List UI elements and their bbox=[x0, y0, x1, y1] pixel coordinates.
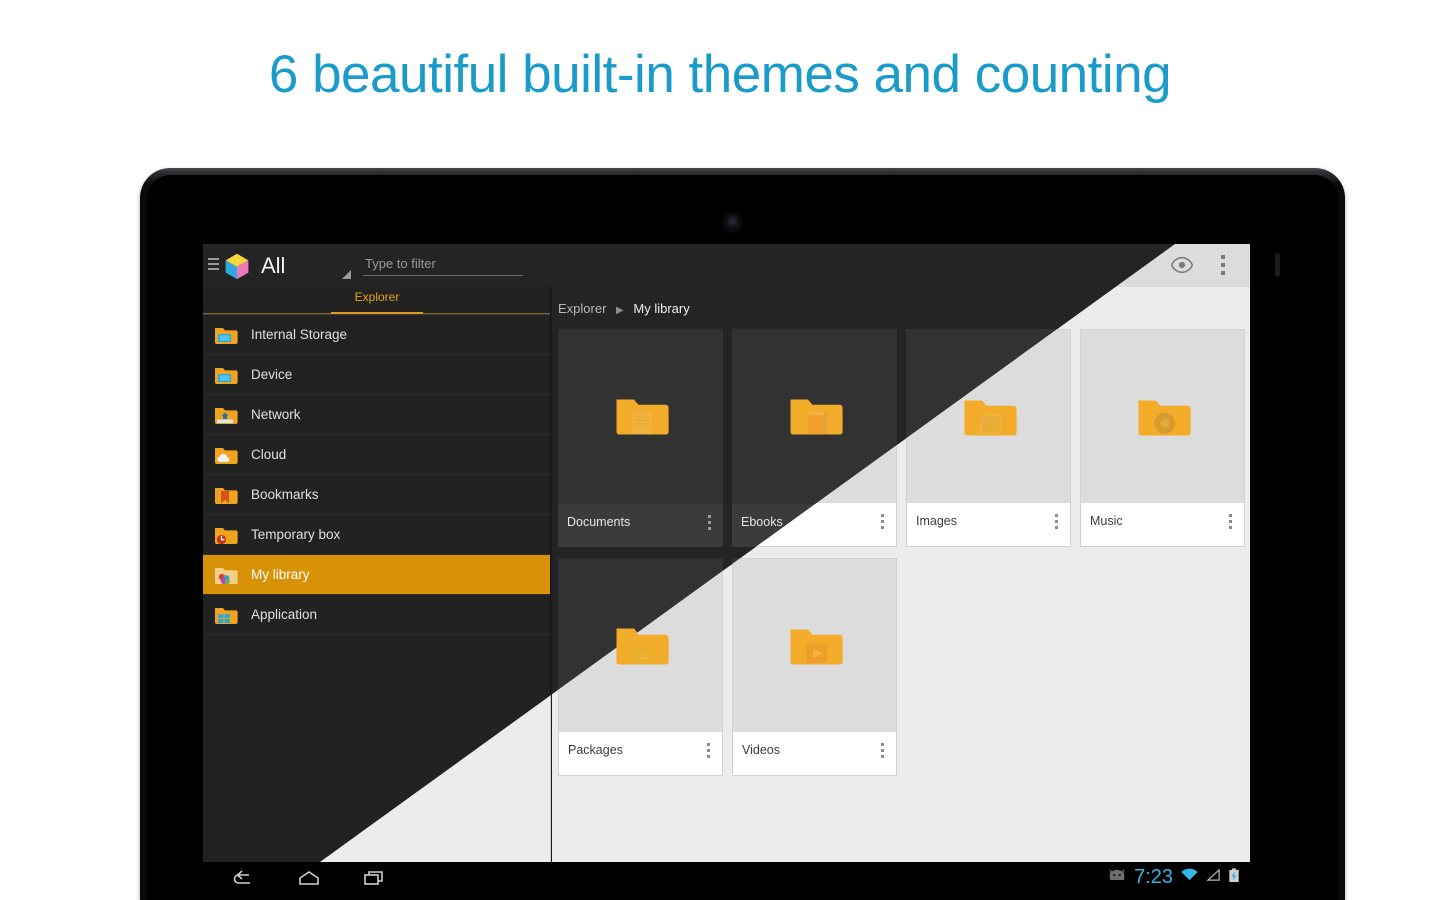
card-overflow-menu-icon[interactable] bbox=[707, 743, 710, 761]
card-overflow-menu-icon[interactable] bbox=[1229, 514, 1232, 532]
chevron-right-icon: ▶ bbox=[616, 305, 624, 316]
wifi-signal-icon bbox=[1180, 868, 1199, 887]
folder-card-label: Documents bbox=[567, 515, 630, 529]
breadcrumb-current: My library bbox=[633, 301, 689, 316]
sidebar-item-temporary-box[interactable]: Temporary box bbox=[203, 515, 550, 555]
folder-device-icon bbox=[213, 363, 239, 387]
folder-documents-icon bbox=[558, 329, 723, 504]
battery-charging-icon bbox=[1228, 868, 1240, 888]
sidebar-item-label: Temporary box bbox=[251, 527, 340, 542]
folder-my-library-icon bbox=[213, 563, 239, 587]
sidebar-item-application[interactable]: Application bbox=[203, 595, 550, 635]
folder-internal-storage-icon bbox=[213, 323, 239, 347]
sidebar-item-label: Cloud bbox=[251, 447, 286, 462]
card-overflow-menu-icon[interactable] bbox=[708, 515, 711, 533]
search-input[interactable] bbox=[363, 254, 523, 276]
sidebar-item-label: Application bbox=[251, 607, 317, 622]
status-bar-clock: 7:23 bbox=[1134, 866, 1173, 889]
folder-card-bar: Packages bbox=[559, 732, 722, 775]
android-notification-icon bbox=[1107, 869, 1127, 887]
sidebar-item-label: Network bbox=[251, 407, 301, 422]
home-navigation-icon[interactable] bbox=[296, 868, 322, 888]
sidebar-item-internal-storage[interactable]: Internal Storage bbox=[203, 315, 550, 355]
sidebar-nav-list: Internal Storage Device bbox=[203, 315, 550, 635]
sidebar-item-device[interactable]: Device bbox=[203, 355, 550, 395]
sidebar-item-bookmarks[interactable]: Bookmarks bbox=[203, 475, 550, 515]
folder-card-label: Packages bbox=[568, 743, 623, 757]
folder-temporary-box-icon bbox=[213, 523, 239, 547]
dropdown-spinner-triangle-icon[interactable] bbox=[342, 270, 351, 279]
folder-card-bar: Videos bbox=[733, 732, 896, 775]
cellular-signal-icon bbox=[1206, 868, 1221, 887]
folder-network-icon bbox=[213, 403, 239, 427]
folder-card-bar: Documents bbox=[558, 504, 723, 547]
folder-cloud-icon bbox=[213, 443, 239, 467]
folder-card-videos[interactable]: Videos bbox=[732, 558, 897, 776]
sidebar-tabrow: Explorer bbox=[203, 287, 550, 315]
tablet-device-frame: All Explorer bbox=[140, 168, 1345, 900]
folder-card-documents[interactable]: Documents bbox=[558, 329, 723, 547]
card-overflow-menu-icon[interactable] bbox=[881, 514, 884, 532]
front-camera-icon bbox=[725, 215, 740, 230]
back-navigation-icon[interactable] bbox=[229, 868, 255, 888]
breadcrumb-root[interactable]: Explorer bbox=[558, 301, 606, 316]
sidebar-item-label: Bookmarks bbox=[251, 487, 319, 502]
folder-card-label: Ebooks bbox=[741, 515, 783, 529]
breadcrumb: Explorer ▶ My library bbox=[558, 301, 690, 316]
folder-card-bar: Images bbox=[907, 503, 1070, 546]
sensor-mark bbox=[1275, 253, 1280, 277]
filter-input-wrapper bbox=[363, 254, 523, 276]
tab-explorer[interactable]: Explorer bbox=[331, 287, 423, 314]
action-bar-dark: All bbox=[203, 244, 1250, 287]
sidebar-item-my-library[interactable]: My library bbox=[203, 555, 550, 595]
folder-card-bar: Music bbox=[1081, 503, 1244, 546]
card-overflow-menu-icon[interactable] bbox=[881, 743, 884, 761]
cube-logo-icon bbox=[223, 252, 251, 280]
folder-card-label: Images bbox=[916, 514, 957, 528]
page-title: 6 beautiful built-in themes and counting bbox=[0, 44, 1440, 105]
sidebar-item-label: Device bbox=[251, 367, 292, 382]
sidebar-item-label: Internal Storage bbox=[251, 327, 347, 342]
status-icons-group[interactable]: 7:23 bbox=[1107, 862, 1240, 893]
folder-music-icon bbox=[1081, 330, 1244, 505]
overflow-menu-icon[interactable] bbox=[1221, 255, 1225, 275]
sidebar-item-cloud[interactable]: Cloud bbox=[203, 435, 550, 475]
eye-icon[interactable] bbox=[1171, 256, 1193, 274]
folder-videos-icon bbox=[733, 559, 896, 734]
sidebar-item-network[interactable]: Network bbox=[203, 395, 550, 435]
recent-apps-icon[interactable] bbox=[361, 868, 387, 888]
folder-card-label: Music bbox=[1090, 514, 1123, 528]
hamburger-menu-icon[interactable] bbox=[208, 258, 219, 272]
folder-card-music[interactable]: Music bbox=[1080, 329, 1245, 547]
android-system-bar: 7:23 bbox=[203, 862, 1250, 893]
device-screen: All Explorer bbox=[203, 244, 1250, 862]
sidebar-item-label: My library bbox=[251, 567, 310, 582]
folder-application-icon bbox=[213, 603, 239, 627]
app-title: All bbox=[261, 253, 285, 279]
folder-card-label: Videos bbox=[742, 743, 780, 757]
card-overflow-menu-icon[interactable] bbox=[1055, 514, 1058, 532]
folder-bookmarks-icon bbox=[213, 483, 239, 507]
